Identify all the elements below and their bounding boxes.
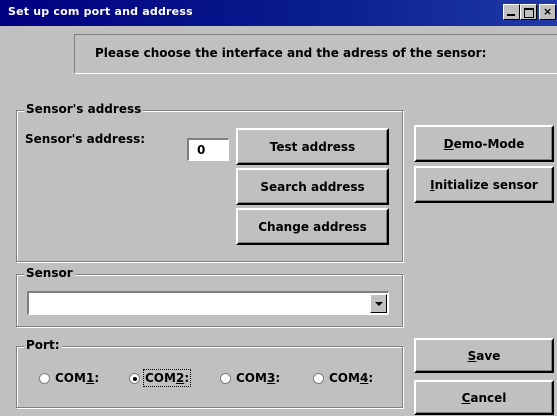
instruction-panel: Please choose the interface and the adre…	[74, 34, 557, 74]
title-bar[interactable]: Set up com port and address ×	[0, 0, 557, 26]
radio-button-selected-icon	[129, 372, 140, 384]
port-label-mnemonic: 3	[266, 371, 276, 385]
port-label-suffix: :	[184, 371, 190, 385]
setup-dialog: Set up com port and address × Please cho…	[0, 0, 557, 416]
port-label-prefix: COM	[236, 371, 267, 385]
cancel-mnemonic: C	[461, 390, 471, 405]
port-radio-com3[interactable]: COM 3:	[220, 371, 280, 385]
close-button[interactable]: ×	[539, 4, 556, 20]
port-radio-com2[interactable]: COM2:	[129, 369, 192, 387]
radio-button-icon	[39, 372, 50, 384]
cancel-label: ancel	[470, 390, 507, 405]
port-group: Port: COM 1: COM2: COM 3: COM 4:	[16, 338, 403, 408]
maximize-icon	[524, 8, 534, 18]
demo-mode-button[interactable]: Demo-Mode	[414, 125, 554, 162]
close-icon: ×	[543, 5, 553, 18]
maximize-button[interactable]	[520, 4, 537, 20]
address-field-label: Sensor's address:	[25, 132, 146, 146]
initialize-sensor-label: nitialize sensor	[434, 177, 538, 192]
sensor-group: Sensor	[16, 266, 403, 327]
port-label-suffix: :	[275, 371, 281, 385]
window-title: Set up com port and address	[8, 5, 193, 18]
sensor-select[interactable]	[27, 291, 389, 315]
radio-button-icon	[220, 372, 231, 384]
demo-mode-label: emo-Mode	[453, 136, 525, 151]
port-radio-com4[interactable]: COM 4:	[313, 371, 373, 385]
sensor-dropdown-button[interactable]	[370, 294, 387, 313]
port-radio-com1[interactable]: COM 1:	[39, 371, 99, 385]
minimize-icon	[507, 14, 515, 16]
port-label-mnemonic: 4	[359, 371, 369, 385]
save-label: ave	[476, 348, 501, 363]
port-label-suffix: :	[368, 371, 374, 385]
initialize-sensor-button[interactable]: Initialize sensor	[414, 166, 554, 203]
change-address-button[interactable]: Change address	[236, 208, 389, 245]
port-group-label: Port:	[24, 338, 62, 352]
search-address-button[interactable]: Search address	[236, 168, 389, 205]
port-label-prefix: COM	[329, 371, 360, 385]
save-mnemonic: S	[467, 348, 477, 363]
chevron-down-icon	[374, 301, 383, 306]
address-group-label: Sensor's address	[24, 102, 144, 116]
save-button[interactable]: Save	[414, 338, 554, 373]
radio-button-icon	[313, 372, 324, 384]
port-label-focused: COM2:	[142, 369, 192, 387]
address-group: Sensor's address Sensor's address: 0 Tes…	[16, 102, 403, 262]
instruction-text: Please choose the interface and the adre…	[95, 46, 487, 60]
test-address-button[interactable]: Test address	[236, 128, 389, 165]
sensor-group-label: Sensor	[24, 266, 75, 280]
demo-mode-mnemonic: D	[443, 136, 454, 151]
minimize-button[interactable]	[503, 4, 520, 20]
port-label-prefix: COM	[145, 371, 176, 385]
port-label-prefix: COM	[55, 371, 86, 385]
cancel-button[interactable]: Cancel	[414, 380, 554, 415]
port-label-mnemonic: 1	[85, 371, 95, 385]
port-label-suffix: :	[94, 371, 100, 385]
address-input[interactable]: 0	[187, 138, 229, 161]
